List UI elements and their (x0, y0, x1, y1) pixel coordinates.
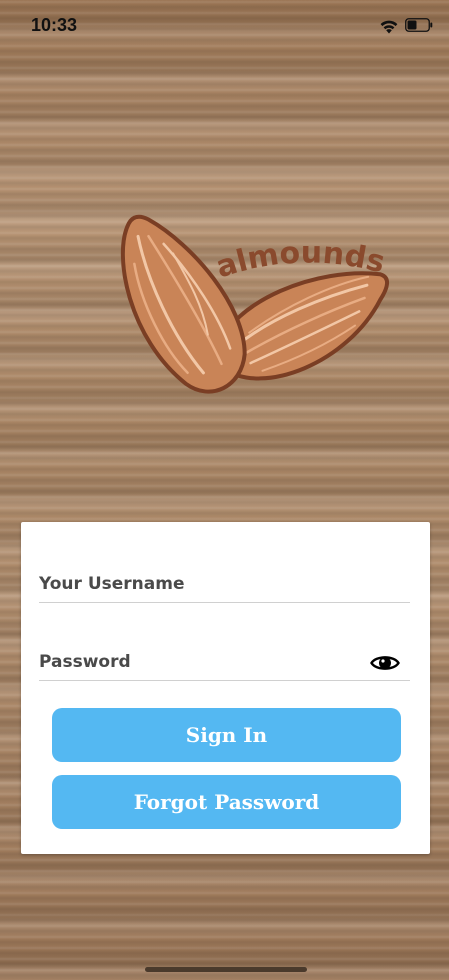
home-indicator[interactable] (145, 967, 307, 972)
almounds-logo: almounds (100, 190, 400, 405)
password-field[interactable]: Password (39, 640, 410, 681)
sign-in-button[interactable]: Sign In (52, 708, 401, 762)
almond-left (120, 214, 247, 394)
almond-logo-graphic: almounds (120, 214, 390, 394)
password-placeholder: Password (39, 652, 131, 672)
login-card: Your Username Password Sign In Forgot Pa… (21, 522, 430, 854)
status-bar: 10:33 (0, 0, 449, 52)
wifi-icon (380, 20, 398, 34)
status-time: 10:33 (31, 15, 78, 35)
username-field[interactable]: Your Username (39, 562, 410, 603)
username-placeholder: Your Username (39, 574, 185, 594)
battery-icon (405, 18, 433, 32)
eye-icon[interactable] (370, 652, 400, 674)
forgot-password-button[interactable]: Forgot Password (52, 775, 401, 829)
